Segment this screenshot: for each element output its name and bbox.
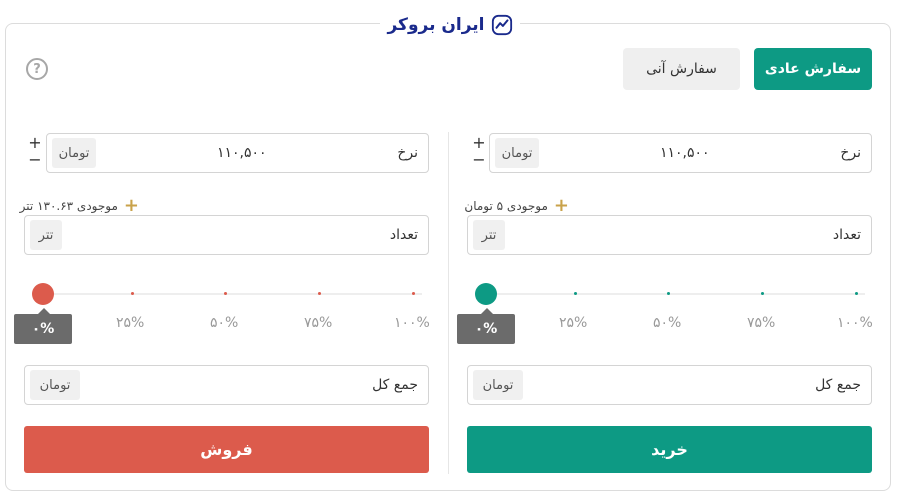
sell-total-field[interactable]: جمع کل تومان [24,365,429,405]
sell-slider-value-badge: ۰% [14,308,72,344]
sell-total-unit: تومان [30,370,80,400]
buy-button[interactable]: خرید [467,426,872,473]
buy-total-label: جمع کل [815,377,861,393]
buy-mark-75: ۷۵% [747,315,776,331]
sell-price-stepper: + − [27,134,43,168]
buy-balance-text: موجودی ۵ تومان [464,198,548,213]
sell-amount-field[interactable]: تعداد تتر [24,215,429,255]
sell-mark-75: ۷۵% [304,315,333,331]
buy-percent-slider[interactable]: ۰% ۲۵% ۵۰% ۷۵% ۱۰۰% [457,282,875,352]
help-icon[interactable]: ? [26,58,48,80]
buy-price-label: نرخ [840,145,861,161]
buy-price-unit: تومان [495,138,539,168]
buy-slider-value-badge: ۰% [457,308,515,344]
buy-total-field[interactable]: جمع کل تومان [467,365,872,405]
brand-name: ایران بروکر [387,15,485,35]
sell-button[interactable]: فروش [24,426,429,473]
buy-amount-field[interactable]: تعداد تتر [467,215,872,255]
sell-slider-tick-25 [131,292,134,295]
sell-price-value: ۱۱۰,۵۰۰ [217,145,267,161]
buy-amount-label: تعداد [832,227,861,243]
buy-price-stepper: + − [471,134,487,168]
sell-mark-25: ۲۵% [116,315,145,331]
sell-mark-50: ۵۰% [210,315,239,331]
buy-mark-50: ۵۰% [653,315,682,331]
buy-slider-tick-100 [855,292,858,295]
chart-trend-icon [491,14,512,36]
buy-balance: + موجودی ۵ تومان [464,195,569,216]
sell-percent-slider[interactable]: ۰% ۲۵% ۵۰% ۷۵% ۱۰۰% [14,282,432,352]
sell-balance-add-icon[interactable]: + [124,195,139,216]
buy-amount-unit: تتر [473,220,505,250]
sell-slider-tick-100 [412,292,415,295]
sell-price-label: نرخ [397,145,418,161]
column-divider [448,132,449,474]
tab-normal-order[interactable]: سفارش عادی [754,48,872,90]
sell-balance-text: موجودی ۱۳۰.۶۳ تتر [19,198,118,213]
brand-logo: ایران بروکر [380,10,520,40]
sell-price-decrement-button[interactable]: − [27,151,43,168]
sell-price-field[interactable]: نرخ ۱۱۰,۵۰۰ تومان [46,133,429,173]
sell-slider-tick-50 [224,292,227,295]
buy-mark-100: ۱۰۰% [837,315,873,331]
sell-amount-label: تعداد [389,227,418,243]
buy-price-increment-button[interactable]: + [471,134,487,151]
tab-instant-order[interactable]: سفارش آنی [623,48,740,90]
sell-price-unit: تومان [52,138,96,168]
sell-slider-track [38,293,422,295]
buy-slider-tick-50 [667,292,670,295]
buy-total-unit: تومان [473,370,523,400]
buy-slider-track [481,293,865,295]
sell-mark-100: ۱۰۰% [394,315,430,331]
buy-mark-25: ۲۵% [559,315,588,331]
sell-total-label: جمع کل [372,377,418,393]
sell-price-increment-button[interactable]: + [27,134,43,151]
buy-price-field[interactable]: نرخ ۱۱۰,۵۰۰ تومان [489,133,872,173]
buy-price-decrement-button[interactable]: − [471,151,487,168]
sell-slider-tick-75 [318,292,321,295]
buy-slider-tick-75 [761,292,764,295]
buy-balance-add-icon[interactable]: + [554,195,569,216]
sell-balance: + موجودی ۱۳۰.۶۳ تتر [20,195,139,216]
buy-slider-handle[interactable] [475,283,497,305]
buy-price-value: ۱۱۰,۵۰۰ [660,145,710,161]
buy-slider-tick-25 [574,292,577,295]
sell-amount-unit: تتر [30,220,62,250]
sell-slider-handle[interactable] [32,283,54,305]
